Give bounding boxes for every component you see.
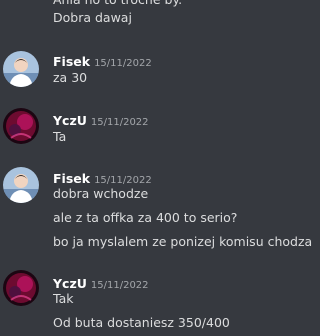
username[interactable]: YczU	[53, 113, 87, 128]
username[interactable]: Fisek	[53, 54, 90, 69]
message-line: Od buta dostaniesz 350/400	[53, 315, 230, 330]
message-line: Ania no to troche by.	[53, 0, 182, 8]
message-header: YczU 15/11/2022	[53, 273, 149, 291]
username[interactable]: Fisek	[53, 171, 90, 186]
message-header: YczU 15/11/2022	[53, 110, 149, 128]
message-header: Fisek 15/11/2022	[53, 51, 152, 69]
timestamp: 15/11/2022	[90, 280, 149, 291]
message-line: Tak	[53, 291, 74, 306]
yczu-avatar[interactable]	[3, 108, 39, 144]
message-line: ale z ta offka za 400 to serio?	[53, 210, 238, 225]
message-line: Ta	[53, 129, 67, 144]
message-line: za 30	[53, 70, 88, 85]
message-header: Fisek 15/11/2022	[53, 168, 152, 186]
timestamp: 15/11/2022	[90, 117, 149, 128]
timestamp: 15/11/2022	[94, 58, 152, 69]
message-line: Dobra dawaj	[53, 10, 132, 25]
message-line: bo ja myslalem ze ponizej komisu chodza	[53, 234, 313, 249]
message-line: dobra wchodze	[53, 186, 149, 201]
fisek-avatar[interactable]	[3, 167, 39, 203]
yczu-avatar[interactable]	[3, 270, 39, 306]
fisek-avatar[interactable]	[3, 51, 39, 87]
chat-messages: Ania no to troche by. Dobra dawaj Fisek 1…	[0, 0, 313, 336]
timestamp: 15/11/2022	[94, 175, 152, 186]
username[interactable]: YczU	[53, 276, 87, 291]
